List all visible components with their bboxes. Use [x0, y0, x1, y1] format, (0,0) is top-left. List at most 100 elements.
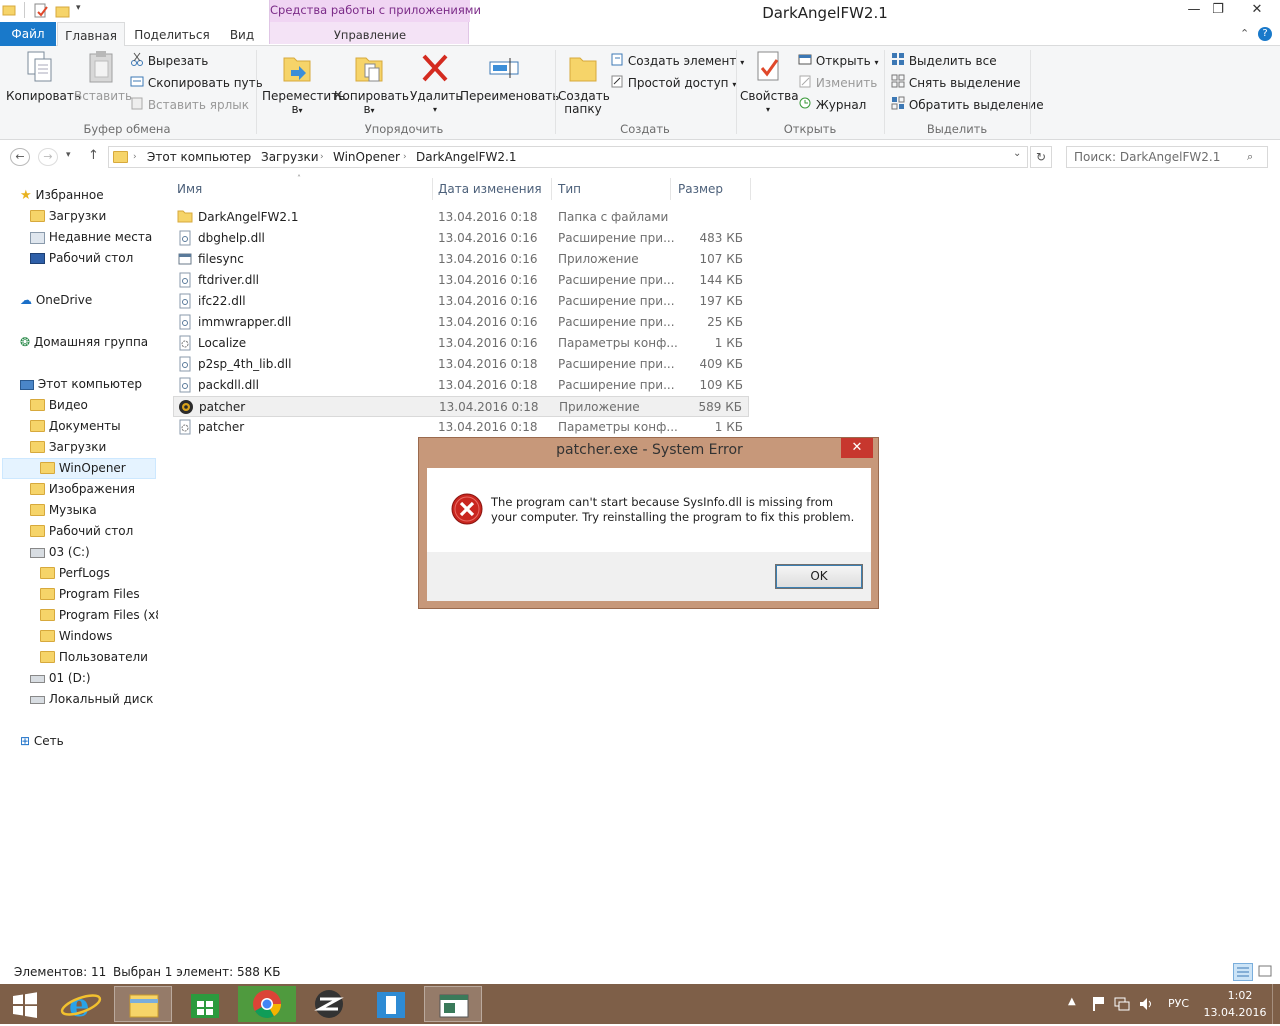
breadcrumb-separator[interactable]: ›	[403, 147, 407, 167]
paste-button[interactable]: Вставить	[74, 50, 132, 103]
breadcrumb-winopener[interactable]: WinOpener	[333, 147, 400, 167]
nav-this-pc[interactable]: Этот компьютер	[20, 374, 142, 395]
file-row[interactable]: packdll.dll 13.04.2016 0:18 Расширение при…	[173, 375, 749, 396]
file-row[interactable]: immwrapper.dll 13.04.2016 0:16 Расширение …	[173, 312, 749, 333]
properties-button[interactable]: Свойства ▾	[740, 50, 799, 116]
input-language-indicator[interactable]: РУС	[1168, 997, 1189, 1010]
chrome-taskbar-icon[interactable]	[238, 986, 296, 1022]
select-none-button[interactable]: Снять выделение	[891, 74, 1020, 94]
file-row[interactable]: DarkAngelFW2.1 13.04.2016 0:18 Папка с фай…	[173, 207, 749, 228]
forward-button[interactable]: →	[38, 148, 58, 166]
large-icons-view-icon[interactable]	[1256, 963, 1276, 981]
breadcrumb-current[interactable]: DarkAngelFW2.1	[416, 147, 516, 167]
file-row[interactable]: ftdriver.dll 13.04.2016 0:16 Расширение пр…	[173, 270, 749, 291]
search-input[interactable]: Поиск: DarkAngelFW2.1	[1066, 146, 1268, 168]
copy-button[interactable]: Копировать	[6, 50, 81, 103]
nav-network[interactable]: ⊞ Сеть	[20, 731, 64, 752]
breadcrumb-separator[interactable]: ›	[320, 147, 324, 167]
nav-favorites[interactable]: ★ Избранное	[20, 185, 104, 206]
close-button[interactable]: ✕	[1236, 0, 1278, 20]
nav-favorites-desktop[interactable]: Рабочий стол	[30, 248, 133, 269]
volume-icon[interactable]	[1138, 996, 1154, 1012]
breadcrumb-separator[interactable]: ›	[248, 147, 252, 167]
tab-view[interactable]: Вид	[222, 22, 262, 46]
nav-program-files-x86[interactable]: Program Files (x86	[40, 605, 158, 626]
file-row[interactable]: p2sp_4th_lib.dll 13.04.2016 0:18 Расширени…	[173, 354, 749, 375]
clock-date[interactable]: 13.04.2016	[1202, 1006, 1268, 1019]
nav-users[interactable]: Пользователи	[40, 647, 148, 668]
store-taskbar-icon[interactable]	[176, 986, 234, 1022]
rename-button[interactable]: Переименовать	[460, 50, 559, 103]
tab-share[interactable]: Поделиться	[134, 22, 210, 46]
nav-downloads[interactable]: Загрузки	[30, 437, 106, 458]
collapse-ribbon-icon[interactable]: ⌃	[1240, 27, 1249, 40]
column-header-date[interactable]: Дата изменения	[438, 180, 542, 198]
nav-program-files[interactable]: Program Files	[40, 584, 140, 605]
copy-to-button[interactable]: Копировать в▾	[334, 50, 409, 117]
column-divider[interactable]	[750, 178, 751, 200]
paste-shortcut-button[interactable]: Вставить ярлык	[130, 96, 249, 116]
nav-perflogs[interactable]: PerfLogs	[40, 563, 110, 584]
refresh-button[interactable]: ↻	[1030, 146, 1052, 168]
move-to-button[interactable]: Переместить в▾	[262, 50, 345, 117]
easy-access-button[interactable]: Простой доступ ▾	[610, 74, 736, 94]
app-taskbar-icon[interactable]	[300, 986, 358, 1022]
nav-favorites-downloads[interactable]: Загрузки	[30, 206, 106, 227]
breadcrumb-this-pc[interactable]: Этот компьютер	[147, 147, 251, 167]
nav-desktop[interactable]: Рабочий стол	[30, 521, 133, 542]
cut-button[interactable]: Вырезать	[130, 52, 208, 72]
show-hidden-icons-icon[interactable]: ▲	[1068, 996, 1076, 1007]
maximize-button[interactable]: ❐	[1204, 0, 1232, 20]
action-center-icon[interactable]	[1090, 996, 1106, 1012]
address-bar[interactable]: › Этот компьютер › Загрузки › WinOpener …	[108, 146, 1028, 168]
clock-time[interactable]: 1:02	[1212, 989, 1268, 1002]
tab-home[interactable]: Главная	[57, 22, 125, 47]
open-button[interactable]: Открыть ▾	[798, 52, 879, 72]
new-folder-qat-icon[interactable]	[55, 3, 71, 19]
tab-file[interactable]: Файл	[0, 22, 56, 46]
network-status-icon[interactable]	[1114, 996, 1130, 1012]
nav-music[interactable]: Музыка	[30, 500, 97, 521]
properties-qat-icon[interactable]	[33, 3, 49, 19]
new-item-button[interactable]: Создать элемент ▾	[610, 52, 744, 72]
explorer-icon[interactable]	[2, 3, 16, 17]
nav-drive-d[interactable]: 01 (D:)	[30, 668, 91, 689]
nav-windows[interactable]: Windows	[40, 626, 112, 647]
internet-explorer-taskbar-icon[interactable]: e	[52, 986, 110, 1024]
new-folder-button[interactable]: Создать папку	[558, 50, 610, 116]
copy-path-button[interactable]: Скопировать путь	[130, 74, 263, 94]
column-divider[interactable]	[670, 178, 671, 200]
ok-button[interactable]: OK	[775, 564, 863, 589]
nav-videos[interactable]: Видео	[30, 395, 88, 416]
address-dropdown-icon[interactable]: ⌄	[1013, 148, 1021, 159]
nav-homegroup[interactable]: ❂ Домашняя группа	[20, 332, 148, 353]
nav-winopener[interactable]: WinOpener	[40, 458, 126, 479]
recent-locations-dropdown[interactable]: ▾	[66, 150, 71, 160]
nav-pictures[interactable]: Изображения	[30, 479, 135, 500]
delete-button[interactable]: Удалить ▾	[410, 50, 463, 116]
nav-documents[interactable]: Документы	[30, 416, 121, 437]
book-app-taskbar-icon[interactable]	[362, 986, 420, 1022]
nav-drive-k[interactable]: Локальный диск (K	[30, 689, 158, 710]
start-button[interactable]	[12, 992, 38, 1018]
file-row[interactable]: ifc22.dll 13.04.2016 0:16 Расширение при..…	[173, 291, 749, 312]
show-desktop-button[interactable]	[1272, 984, 1280, 1024]
nav-onedrive[interactable]: ☁ OneDrive	[20, 290, 92, 311]
file-row[interactable]: filesync 13.04.2016 0:16 Приложение 107 КБ	[173, 249, 749, 270]
dialog-close-button[interactable]: ✕	[841, 438, 873, 458]
breadcrumb-separator[interactable]: ›	[133, 147, 137, 167]
column-divider[interactable]	[432, 178, 433, 200]
edit-button[interactable]: Изменить	[798, 74, 877, 94]
details-view-icon[interactable]	[1233, 963, 1253, 981]
help-icon[interactable]: ?	[1258, 27, 1272, 41]
file-row[interactable]: patcher 13.04.2016 0:18 Параметры конф... 1…	[173, 417, 749, 438]
nav-drive-c[interactable]: 03 (C:)	[30, 542, 90, 563]
column-header-size[interactable]: Размер	[678, 180, 723, 198]
column-divider[interactable]	[551, 178, 552, 200]
breadcrumb-downloads[interactable]: Загрузки	[261, 147, 319, 167]
qat-dropdown-icon[interactable]: ▾	[76, 3, 81, 13]
file-row[interactable]: Localize 13.04.2016 0:16 Параметры конф...…	[173, 333, 749, 354]
back-button[interactable]: ←	[10, 148, 30, 166]
error-window-taskbar-icon[interactable]	[424, 986, 482, 1022]
column-header-type[interactable]: Тип	[558, 180, 581, 198]
